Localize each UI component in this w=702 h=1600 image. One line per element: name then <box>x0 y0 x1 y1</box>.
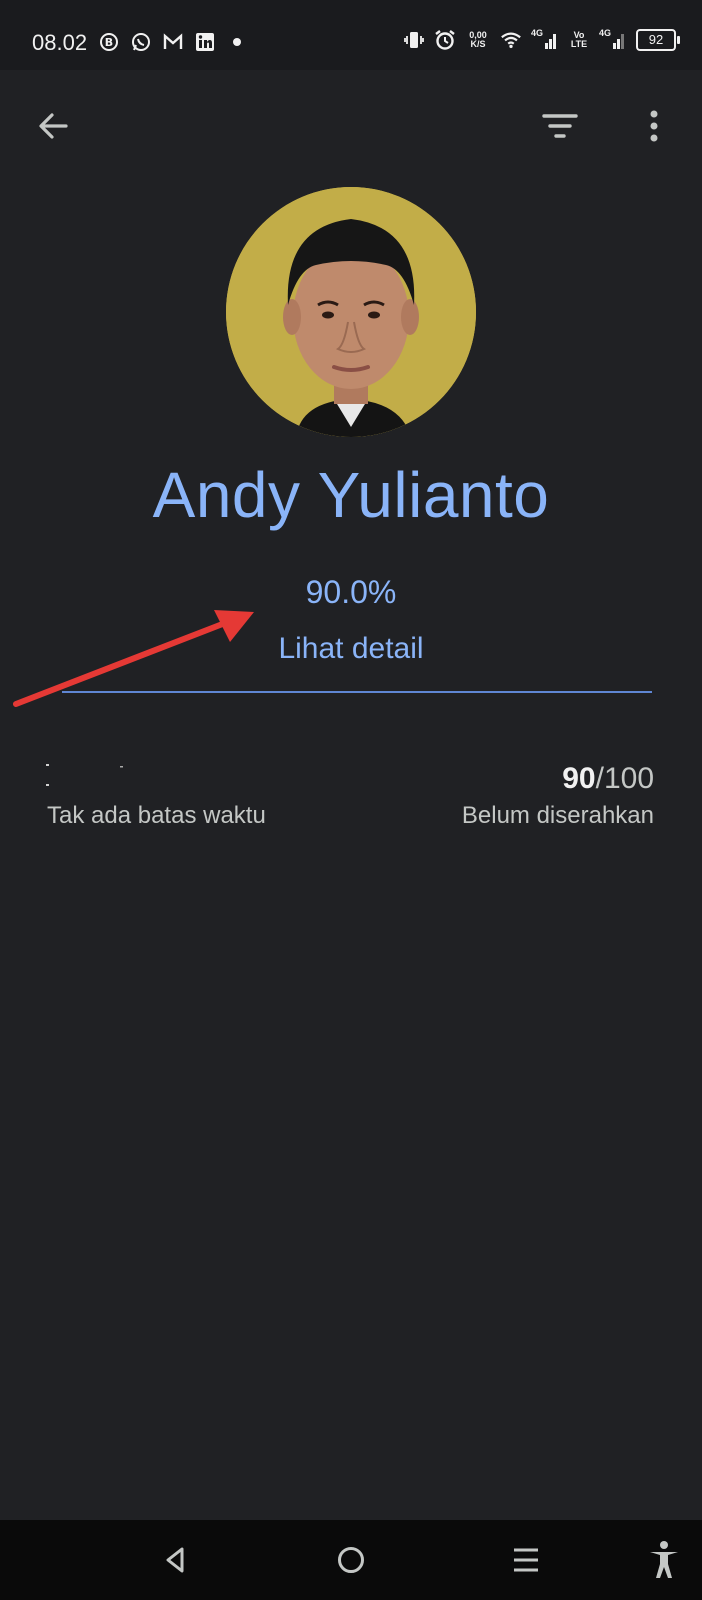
assignment-score-total: /100 <box>595 762 654 795</box>
student-avatar <box>226 187 476 437</box>
gmail-icon <box>162 31 184 53</box>
volte-badge: Vo LTE <box>568 29 590 51</box>
nav-recents-icon <box>514 1548 538 1572</box>
submission-status: Belum diserahkan <box>461 802 654 829</box>
system-nav-bar <box>0 1520 702 1600</box>
accessibility-icon <box>650 1541 678 1578</box>
whatsapp-icon <box>130 31 152 53</box>
linkedin-icon <box>194 31 216 53</box>
status-left-icons: B <box>98 31 248 53</box>
assignment-score-value: 90 <box>562 762 596 795</box>
filter-button[interactable] <box>538 104 582 148</box>
vibrate-icon <box>403 29 425 51</box>
assignment-title-redacted <box>46 764 123 786</box>
nav-back-button[interactable] <box>156 1540 196 1580</box>
signal-sim1-label: 4G <box>531 28 544 38</box>
assignment-deadline: Tak ada batas waktu <box>47 802 266 829</box>
signal-sim2: 4G <box>599 29 627 51</box>
volte-bottom: LTE <box>570 39 588 49</box>
nav-home-button[interactable] <box>331 1540 371 1580</box>
battery-indicator: 92 <box>636 29 680 51</box>
network-speed-unit: K/S <box>470 39 486 49</box>
annotation-arrow-icon <box>13 610 254 707</box>
assignment-row[interactable]: Tak ada batas waktu 90/100 Belum diserah… <box>0 750 702 840</box>
more-options-button[interactable] <box>632 104 676 148</box>
signal-sim2-label: 4G <box>599 28 612 38</box>
nav-home-icon <box>338 1547 364 1573</box>
status-right-icons: 0,00 K/S 4G Vo LTE 4G 92 <box>403 29 680 51</box>
back-button[interactable] <box>32 104 76 148</box>
assignment-score: 90/100 <box>562 762 654 796</box>
wifi-icon <box>500 29 522 51</box>
nav-recents-button[interactable] <box>506 1540 546 1580</box>
status-bar: 08.02 B 0,00 K/S 4G Vo LTE 4G 92 <box>0 0 702 70</box>
filter-icon <box>542 114 578 138</box>
accessibility-button[interactable] <box>642 1538 686 1582</box>
alarm-icon <box>434 29 456 51</box>
app-bar <box>0 70 702 182</box>
signal-sim1: 4G <box>531 29 559 51</box>
network-speed: 0,00 K/S <box>465 29 491 51</box>
bip-icon: B <box>98 31 120 53</box>
arrow-back-icon <box>39 113 68 139</box>
notification-dot-icon <box>226 31 248 53</box>
status-time: 08.02 <box>32 30 88 55</box>
nav-back-icon <box>166 1547 184 1573</box>
more-vert-icon <box>650 110 658 142</box>
svg-text:B: B <box>105 36 113 49</box>
student-name: Andy Yulianto <box>152 459 550 531</box>
avatar-photo <box>226 187 476 437</box>
